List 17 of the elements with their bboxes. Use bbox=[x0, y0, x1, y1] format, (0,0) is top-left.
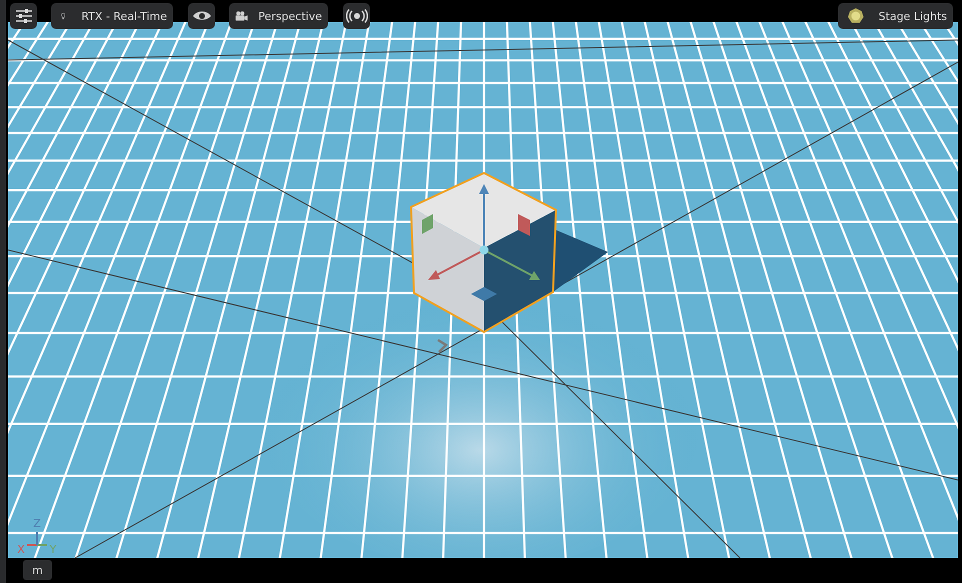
mode-button[interactable]: m bbox=[23, 560, 52, 580]
settings-button[interactable] bbox=[10, 3, 37, 29]
transform-gizmo-drawing[interactable] bbox=[422, 184, 540, 301]
eye-icon bbox=[192, 10, 212, 22]
axis-label: Y bbox=[50, 543, 56, 556]
cube-drawing[interactable] bbox=[410, 172, 608, 334]
broadcast-icon bbox=[346, 9, 368, 23]
axis-indicator-drawing bbox=[27, 532, 47, 546]
render-mode-button[interactable]: RTX - Real-Time bbox=[51, 3, 173, 29]
axis-label: X bbox=[17, 543, 25, 556]
chevron-icon bbox=[437, 338, 448, 353]
visibility-button[interactable] bbox=[188, 3, 215, 29]
camera-button[interactable]: Perspective bbox=[229, 3, 328, 29]
sliders-icon bbox=[14, 8, 32, 24]
sun-icon bbox=[847, 7, 865, 25]
stage-lights-button[interactable]: Stage Lights bbox=[838, 3, 953, 29]
broadcast-button[interactable] bbox=[343, 3, 370, 29]
